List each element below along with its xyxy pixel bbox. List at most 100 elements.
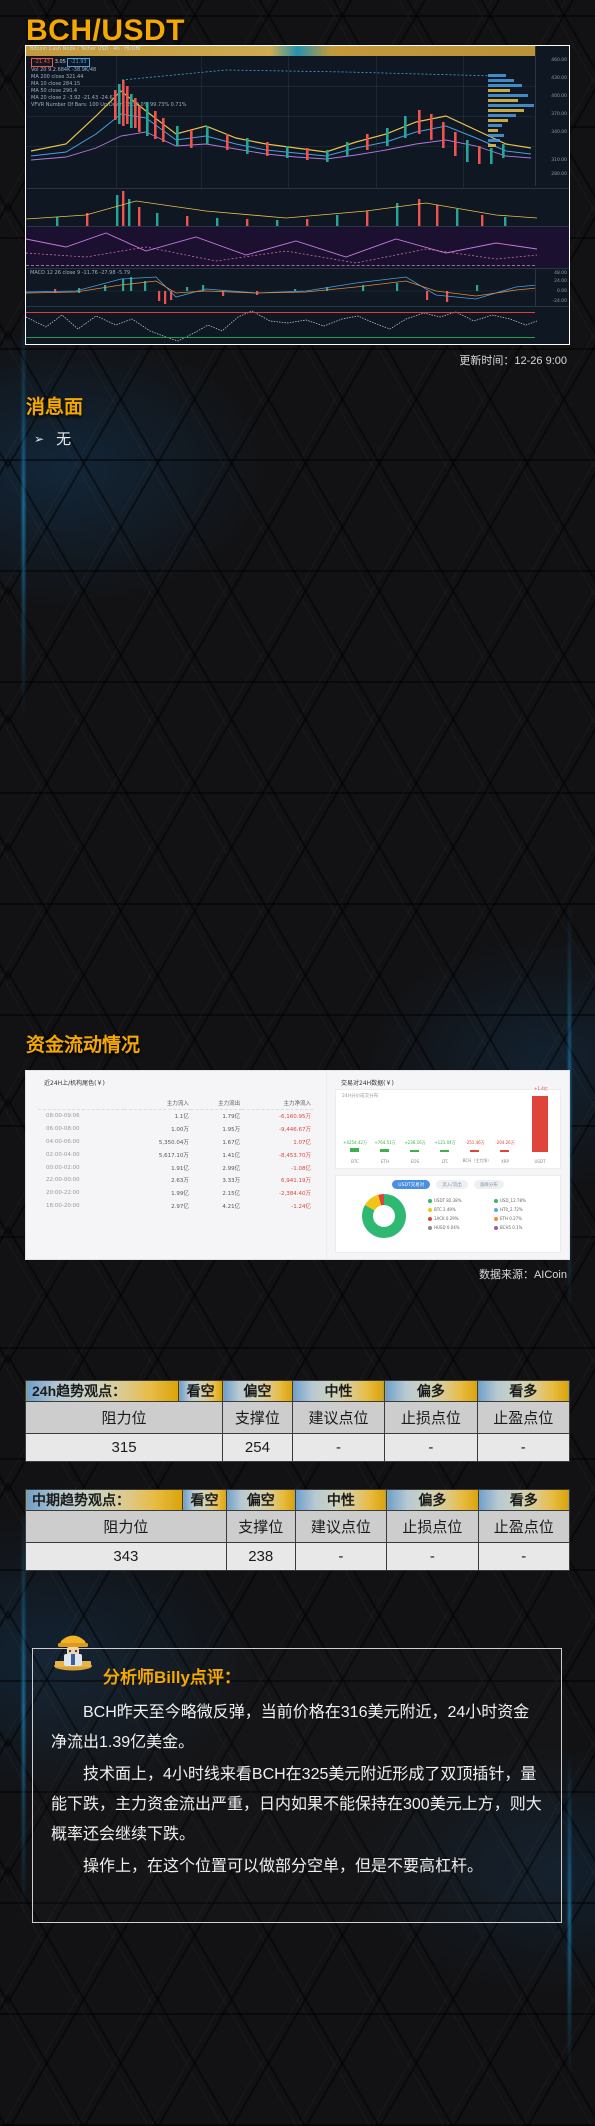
row-net: -1.24亿 bbox=[291, 1203, 311, 1210]
bar-value-xrp: -204.26万 bbox=[495, 1140, 515, 1145]
rsi-oversold-line bbox=[26, 337, 535, 338]
bar-value-eos: +236.16万 bbox=[404, 1140, 426, 1145]
chart-y-axis: 460.00 430.00 400.00 370.00 340.00 310.0… bbox=[535, 46, 569, 186]
trend-table-midterm: 中期趋势观点： 看空 偏空 中性 偏多 看多 阻力位 支撑位 建议点位 止损点位… bbox=[24, 1489, 571, 1571]
trend-scale-mid-4: 看多 bbox=[477, 1489, 571, 1511]
row-net: -6,160.95万 bbox=[279, 1114, 311, 1121]
analyst-comment-title: 分析师Billy点评： bbox=[103, 1668, 241, 1687]
donut-legend-6: ETH 0.27% bbox=[494, 1216, 522, 1221]
trend-scale-0: 看空 bbox=[178, 1380, 224, 1402]
bar-label-eth: ETH bbox=[381, 1159, 389, 1164]
bar-value-eth: +764.51万 bbox=[374, 1140, 396, 1145]
news-list-item: ➢ 无 bbox=[34, 428, 71, 449]
val-stoploss-mid: - bbox=[386, 1542, 479, 1571]
trend-subheader-row-mid: 阻力位 支撑位 建议点位 止损点位 止盈点位 bbox=[25, 1510, 571, 1543]
sub-takeprofit-mid: 止盈点位 bbox=[477, 1510, 571, 1543]
macd-legend: MACD 12 26 close 9 -11.76 -27.98 -5.79 bbox=[30, 270, 131, 276]
sub-takeprofit-24h: 止盈点位 bbox=[476, 1401, 571, 1434]
row-out: 1.41亿 bbox=[222, 1152, 241, 1159]
volume-bars bbox=[26, 191, 538, 226]
sub-resistance-24h: 阻力位 bbox=[24, 1401, 224, 1434]
funds-right-title: 交易对24H数据(￥) bbox=[341, 1080, 394, 1087]
row-out: 1.95万 bbox=[222, 1127, 241, 1134]
table-row: 00:00-02:00 1.91亿 2.99亿 -1.08亿 bbox=[38, 1161, 313, 1174]
trend-scale-1: 偏空 bbox=[222, 1380, 293, 1402]
bar-label-bch: BCH（主力净） bbox=[462, 1158, 492, 1163]
section-title-funds: 资金流动情况 bbox=[26, 1035, 141, 1056]
table-row: 08:00-09:06 1.1亿 1.79亿 -6,160.95万 bbox=[38, 1110, 313, 1123]
report-page: BCH/USDT Bitcoin Cash Node / Tether USD … bbox=[0, 0, 595, 2126]
trend-scale-mid-2: 中性 bbox=[294, 1489, 388, 1511]
indicator-line-purple bbox=[26, 232, 538, 264]
funds-col-0 bbox=[38, 1097, 124, 1110]
row-time: 02:00-04:00 bbox=[46, 1151, 80, 1158]
table-row: 04:00-06:00 5,350.04万 1.67亿 1.07亿 bbox=[38, 1136, 313, 1149]
funds-bar-chart: 24H分价成交分布 BTC ETH EOS LTC BCH（主力净） XRP U… bbox=[335, 1086, 561, 1169]
donut-ring bbox=[362, 1194, 406, 1238]
row-out: 4.21亿 bbox=[222, 1203, 241, 1210]
trend-value-row-mid: 343 238 - - - bbox=[25, 1542, 571, 1571]
y-label-4: 340.00 bbox=[551, 130, 567, 135]
row-in: 5,617.10万 bbox=[158, 1152, 189, 1159]
val-entry-24h: - bbox=[291, 1433, 386, 1462]
bar-value-ltc: +121.04万 bbox=[434, 1140, 456, 1145]
donut-legend-7: BCH5 0.1% bbox=[494, 1225, 522, 1230]
bar-xrp bbox=[500, 1150, 509, 1152]
table-row: 18:00-20:00 2.97亿 4.21亿 -1.24亿 bbox=[38, 1199, 313, 1212]
row-time: 08:00-09:06 bbox=[46, 1113, 80, 1120]
row-net: -1.08亿 bbox=[291, 1165, 311, 1172]
funds-flow-panel[interactable]: 近24H上/机构尾色(￥) 主力流入 主力流出 主力净流入 08:00-09:0… bbox=[25, 1070, 570, 1260]
sub-support-24h: 支撑位 bbox=[222, 1401, 293, 1434]
funds-table-header-row: 主力流入 主力流出 主力净流入 bbox=[38, 1097, 313, 1110]
macd-y-0: 48.00 bbox=[554, 271, 567, 276]
data-source-label: 数据来源：AICoin bbox=[478, 1269, 567, 1281]
row-net: -2,384.40万 bbox=[279, 1191, 311, 1198]
bar-label-eos: EOS bbox=[410, 1159, 420, 1164]
y-label-2: 400.00 bbox=[551, 94, 567, 99]
donut-legend-5: HT0_2.72% bbox=[494, 1207, 523, 1212]
tab-inflow-outflow[interactable]: 流入/流出 bbox=[436, 1180, 468, 1189]
trend-scale-4: 看多 bbox=[476, 1380, 571, 1402]
macd-y-2: 0.00 bbox=[556, 289, 567, 294]
analyst-paragraph-1: BCH昨天至今略微反弹，当前价格在316美元附近，24小时资金净流出1.39亿美… bbox=[51, 1704, 530, 1751]
donut-legend-3: HUSD 0.04% bbox=[428, 1225, 460, 1230]
sub-support-mid: 支撑位 bbox=[225, 1510, 296, 1543]
row-net: 1.07亿 bbox=[293, 1139, 311, 1146]
bar-bch bbox=[470, 1150, 479, 1152]
right-glow-accent-2 bbox=[568, 1750, 571, 2080]
bar-label-usdt: USDT bbox=[534, 1159, 546, 1164]
donut-tabs[interactable]: USDT交易对 流入/流出 涨跌分布 bbox=[336, 1180, 560, 1189]
chart-symbol-label: Bitcoin Cash Node / Tether USD · 4h · HU… bbox=[30, 46, 141, 52]
volume-subpanel bbox=[26, 188, 569, 226]
bar-eth bbox=[380, 1149, 389, 1152]
funds-col-2: 主力流出 bbox=[190, 1097, 243, 1110]
funds-flow-table: 主力流入 主力流出 主力净流入 08:00-09:06 1.1亿 1.79亿 -6,1… bbox=[38, 1097, 313, 1212]
row-out: 1.67亿 bbox=[222, 1139, 241, 1146]
indicator-dashline bbox=[26, 265, 535, 266]
bar-label-xrp: XRP bbox=[501, 1159, 509, 1164]
donut-legend-2: 1ACK 0.29% bbox=[428, 1216, 459, 1221]
bar-ltc bbox=[440, 1150, 449, 1152]
sub-stoploss-mid: 止损点位 bbox=[386, 1510, 479, 1543]
y-label-0: 460.00 bbox=[551, 58, 567, 63]
row-in: 1.91亿 bbox=[171, 1165, 189, 1172]
analyst-paragraph-3: 操作上，在这个位置可以做部分空单，但是不要高杠杆。 bbox=[83, 1858, 484, 1875]
val-resistance-24h: 315 bbox=[24, 1433, 224, 1462]
tab-usdt-pairs[interactable]: USDT交易对 bbox=[392, 1180, 431, 1189]
bar-value-btc: +4254.42万 bbox=[343, 1140, 367, 1145]
kline-chart-inner: Bitcoin Cash Node / Tether USD · 4h · HU… bbox=[26, 46, 569, 344]
kline-chart-panel[interactable]: Bitcoin Cash Node / Tether USD · 4h · HU… bbox=[25, 45, 570, 345]
news-item-text: 无 bbox=[56, 431, 72, 448]
val-stoploss-24h: - bbox=[384, 1433, 478, 1462]
trend-scale-mid-0: 看空 bbox=[182, 1489, 227, 1511]
row-time: 06:00-08:00 bbox=[46, 1126, 80, 1133]
macd-y-1: 24.00 bbox=[554, 279, 567, 284]
analyst-comment-header: 分析师Billy点评： bbox=[51, 1663, 543, 1688]
left-glow-accent bbox=[22, 300, 25, 720]
row-in: 2.97亿 bbox=[171, 1203, 189, 1210]
row-out: 3.33万 bbox=[222, 1178, 241, 1185]
row-in: 1.1亿 bbox=[174, 1114, 189, 1121]
bar-chart-title: 24H分价成交分布 bbox=[342, 1094, 379, 1099]
kline-candles bbox=[30, 69, 534, 164]
tab-gain-loss[interactable]: 涨跌分布 bbox=[473, 1180, 504, 1189]
